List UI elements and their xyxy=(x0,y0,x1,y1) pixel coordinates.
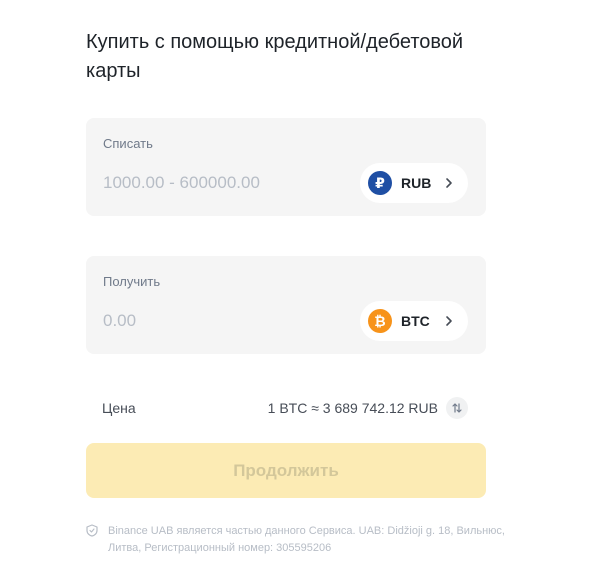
ruble-coin-icon: ₽ xyxy=(368,171,392,195)
spend-currency-code: RUB xyxy=(401,175,432,191)
chevron-right-icon xyxy=(446,316,452,326)
price-label: Цена xyxy=(102,400,136,416)
receive-currency-selector[interactable]: ₿ BTC xyxy=(360,301,468,341)
spend-amount-input[interactable] xyxy=(103,170,333,196)
price-row: Цена 1 BTC ≈ 3 689 742.12 RUB xyxy=(86,394,486,422)
chevron-right-icon xyxy=(446,178,452,188)
receive-label: Получить xyxy=(103,274,161,289)
receive-currency-code: BTC xyxy=(401,313,430,329)
page-title: Купить с помощью кредитной/дебетовой кар… xyxy=(86,31,464,82)
continue-button[interactable]: Продолжить xyxy=(86,443,486,498)
swap-price-button[interactable] xyxy=(446,397,468,419)
spend-currency-selector[interactable]: ₽ RUB xyxy=(360,163,468,203)
swap-vertical-icon xyxy=(452,403,462,413)
spend-amount-panel: Списать ₽ RUB xyxy=(86,118,486,216)
receive-amount-input[interactable] xyxy=(103,308,333,334)
shield-icon xyxy=(86,524,98,537)
bitcoin-coin-icon: ₿ xyxy=(368,309,392,333)
receive-amount-panel: Получить ₿ BTC xyxy=(86,256,486,354)
price-value: 1 BTC ≈ 3 689 742.12 RUB xyxy=(267,400,438,416)
legal-footer-text: Binance UAB является частью данного Серв… xyxy=(108,525,505,554)
spend-label: Списать xyxy=(103,136,153,151)
